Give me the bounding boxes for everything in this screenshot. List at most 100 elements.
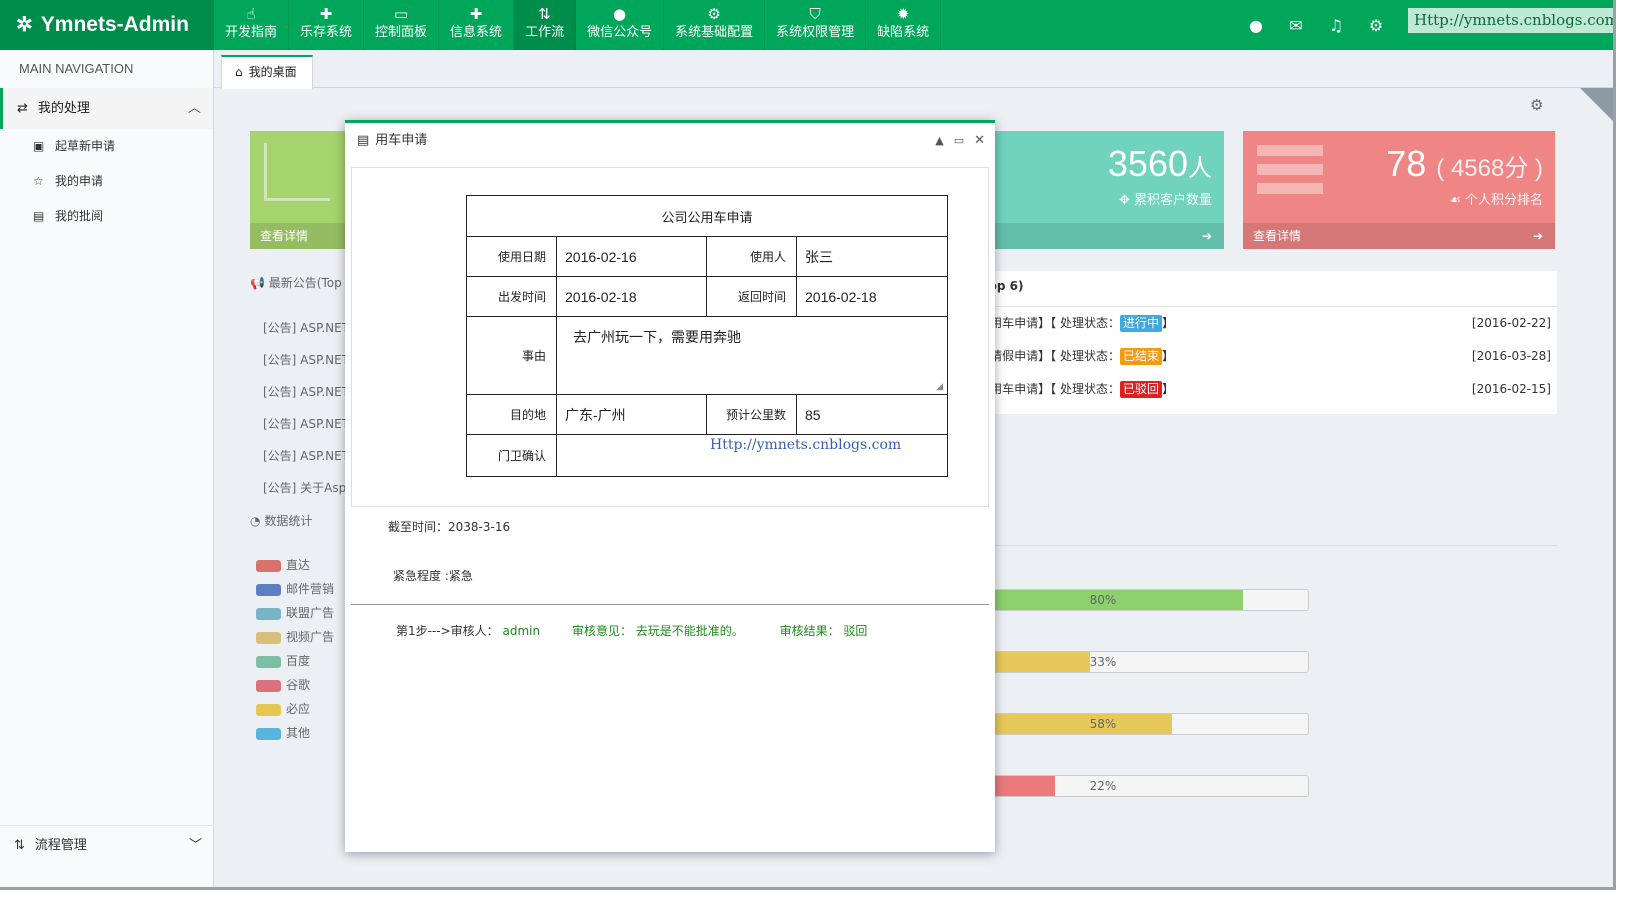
- ranking-value: 78 ( 4568分 ): [1386, 143, 1543, 184]
- notice-item[interactable]: [公告] 关于Asp: [250, 472, 346, 504]
- nav-group-my-processing[interactable]: ⇄ 我的处理 ︿: [0, 88, 213, 129]
- topnav-basic-config[interactable]: ⚙ 系统基础配置: [664, 0, 766, 50]
- request-form-table: 公司公用车申请 使用日期 2016-02-16 使用人 张三 出发时间 2016…: [466, 195, 948, 477]
- status-badge: 已驳回: [1119, 381, 1162, 398]
- monitor-icon: ▭: [393, 5, 409, 23]
- home-icon: ⌂: [235, 65, 243, 79]
- urgency-text: 紧急程度 :紧急: [393, 569, 473, 583]
- stat-box-green: 查看详情: [250, 131, 350, 249]
- legend-item: 百度: [256, 649, 334, 673]
- topnav-storage[interactable]: ✚ 乐存系统: [289, 0, 365, 50]
- task-row[interactable]: - 请假申请】【 处理状态： 已结束】 [2016-03-28]: [982, 340, 1557, 373]
- task-row[interactable]: - 用车申请】【 处理状态： 已驳回】 [2016-02-15]: [982, 373, 1557, 406]
- app-title: Ymnets-Admin: [40, 13, 189, 36]
- puzzle-icon: ✚: [469, 5, 483, 23]
- top-navbar: ✲ Ymnets-Admin ☝ 开发指南 ✚ 乐存系统 ▭ 控制面板 ✚ 信息系统 ⇅ 工…: [0, 0, 1613, 50]
- chat-icon[interactable]: ●: [1236, 16, 1276, 35]
- bar-chart-icon: [264, 143, 330, 201]
- topnav-wechat[interactable]: ● 微信公众号: [576, 0, 665, 50]
- topnav-dev-guide[interactable]: ☝ 开发指南: [214, 0, 290, 50]
- reason-textarea[interactable]: 去广州玩一下，需要用奔驰 ◢: [556, 316, 948, 395]
- watermark: Http://ymnets.cnblogs.com: [707, 437, 905, 453]
- tab-my-desktop[interactable]: ⌂ 我的桌面: [221, 55, 313, 89]
- gears-icon[interactable]: ⚙: [1356, 16, 1396, 35]
- topnav-info-system[interactable]: ✚ 信息系统: [439, 0, 515, 50]
- use-date-value: 2016-02-16: [556, 236, 707, 277]
- logo-icon: ✲: [16, 14, 33, 36]
- legend-item: 必应: [256, 697, 334, 721]
- status-badge: 进行中: [1119, 315, 1162, 332]
- sidebar: MAIN NAVIGATION ⇄ 我的处理 ︿ ▣ 起草新申请 ☆ 我的申请 ▤ 我的…: [0, 50, 214, 887]
- customer-count-label: ✥ 累积客户数量: [1118, 193, 1212, 208]
- notice-heading: 📢 最新公告(Top: [250, 276, 342, 290]
- legend-item: 视频广告: [256, 625, 334, 649]
- task-panel-title: Top 6): [982, 271, 1557, 307]
- hand-pointer-icon: ☝: [246, 5, 256, 23]
- bell-icon[interactable]: ♫: [1316, 16, 1356, 35]
- notice-item[interactable]: [公告] ASP.NET: [250, 440, 346, 472]
- retweet-icon: ⇄: [17, 101, 28, 116]
- view-details-link[interactable]: 查看详情: [250, 223, 350, 249]
- maximize-icon[interactable]: ▭: [954, 123, 964, 159]
- gears-icon: ⚙: [707, 5, 721, 23]
- depart-label: 出发时间: [466, 276, 557, 317]
- km-label: 预计公里数: [706, 394, 797, 435]
- settings-gear-icon[interactable]: ⚙: [1530, 96, 1543, 114]
- task-row[interactable]: - 用车申请】【 处理状态： 进行中】 [2016-02-22]: [982, 307, 1557, 340]
- mail-icon[interactable]: ✉: [1276, 16, 1316, 35]
- notice-item[interactable]: [公告] ASP.NET: [250, 376, 346, 408]
- stat-footer[interactable]: ➔: [982, 223, 1224, 249]
- topnav-control-panel[interactable]: ▭ 控制面板: [364, 0, 440, 50]
- dest-label: 目的地: [466, 394, 557, 435]
- data-stats-heading: ◔ 数据统计: [250, 514, 313, 528]
- nav-group-label: 我的处理: [37, 101, 90, 116]
- user-value: 张三: [796, 236, 948, 277]
- notice-item[interactable]: [公告] ASP.NET: [250, 344, 346, 376]
- sort-icon: ⇅: [538, 5, 551, 23]
- watermark: Http://ymnets.cnblogs.com: [1408, 8, 1613, 33]
- notice-item[interactable]: [公告] ASP.NET: [250, 312, 346, 344]
- progress-bar: 80%: [982, 589, 1309, 611]
- expand-corner[interactable]: [1580, 88, 1613, 124]
- arrow-right-icon: ➔: [1201, 229, 1212, 243]
- modal-title: 用车申请: [375, 133, 428, 148]
- close-icon[interactable]: ✕: [974, 123, 985, 159]
- dest-value: 广东-广州: [556, 394, 707, 435]
- nav-group-process-management[interactable]: ⇅ 流程管理 ﹀: [0, 825, 214, 865]
- view-details-link[interactable]: 查看详情 ➔: [1243, 223, 1555, 249]
- wechat-icon: ●: [613, 5, 627, 23]
- progress-bar: 22%: [982, 775, 1309, 797]
- legend-item: 直达: [256, 553, 334, 577]
- topnav-permissions[interactable]: ⛉ 系统权限管理: [765, 0, 867, 50]
- legend-item: 谷歌: [256, 673, 334, 697]
- legend-item: 其他: [256, 721, 334, 745]
- reason-label: 事由: [466, 316, 557, 395]
- approval-step: 第1步--->审核人： admin 审核意见： 去玩是不能批准的。 审核结果： …: [396, 624, 868, 638]
- topnav-defects[interactable]: ✹ 缺陷系统: [866, 0, 942, 50]
- tab-bar: ⌂ 我的桌面: [214, 50, 1613, 89]
- chart-legend: 直达 邮件营销 联盟广告 视频广告 百度 谷歌 必应 其他: [256, 553, 334, 745]
- document-icon: ▤: [33, 209, 45, 223]
- deadline-text: 截至时间：2038-3-16: [388, 520, 511, 534]
- pie-chart-icon: ◔: [250, 514, 261, 528]
- puzzle-icon: ✚: [319, 5, 333, 23]
- notice-list: 📢 最新公告(Top [公告] ASP.NET [公告] ASP.NET [公告…: [250, 270, 346, 534]
- list-icon: [1257, 145, 1323, 202]
- sidebar-item-my-requests[interactable]: ☆ 我的申请: [0, 164, 213, 199]
- guard-label: 门卫确认: [466, 434, 557, 477]
- legend-item: 邮件营销: [256, 577, 334, 601]
- car-request-modal: ▤ 用车申请 ▲ ▭ ✕ 公司公用车申请 使用日期 2016-02-16 使用人 …: [345, 120, 995, 852]
- top-tools: ● ✉ ♫ ⚙: [1236, 0, 1396, 50]
- star-icon: ☆: [33, 174, 44, 188]
- sidebar-item-my-reviews[interactable]: ▤ 我的批阅: [0, 199, 213, 234]
- sidebar-item-new-request[interactable]: ▣ 起草新申请: [0, 129, 213, 164]
- document-icon: ▤: [357, 133, 370, 148]
- modal-header: ▤ 用车申请 ▲ ▭ ✕: [345, 123, 995, 161]
- notice-item[interactable]: [公告] ASP.NET: [250, 408, 346, 440]
- ranking-label: ☙ 个人积分排名: [1449, 193, 1543, 208]
- topnav-workflow[interactable]: ⇅ 工作流: [514, 0, 577, 50]
- depart-value: 2016-02-18: [556, 276, 707, 317]
- bug-icon: ✹: [896, 5, 910, 23]
- collapse-icon[interactable]: ▲: [935, 123, 943, 159]
- logo[interactable]: ✲ Ymnets-Admin: [0, 0, 214, 50]
